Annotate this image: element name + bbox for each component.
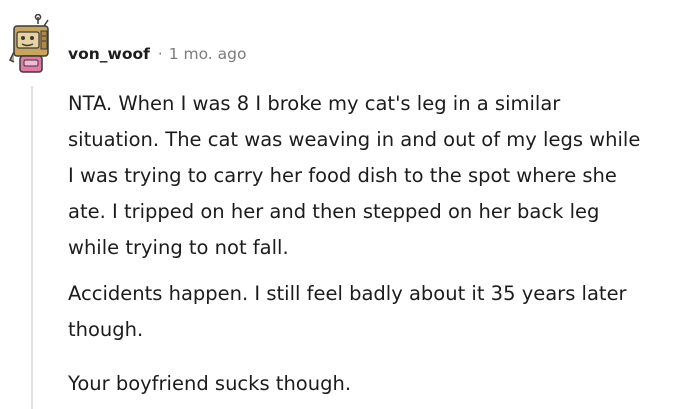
comment-meta: von_woof · 1 mo. ago <box>68 42 246 66</box>
thread-line[interactable] <box>31 86 33 409</box>
comment-paragraph: NTA. When I was 8 I broke my cat's leg i… <box>68 92 641 259</box>
user-avatar-icon[interactable] <box>8 13 56 78</box>
comment: von_woof · 1 mo. ago NTA. When I was 8 I… <box>0 0 700 409</box>
comment-paragraph: Your boyfriend sucks though. <box>68 372 352 395</box>
comment-paragraph: Accidents happen. I still feel badly abo… <box>68 282 627 341</box>
comment-body: NTA. When I was 8 I broke my cat's leg i… <box>68 86 692 402</box>
meta-separator: · <box>157 45 163 63</box>
username-link[interactable]: von_woof <box>68 45 150 63</box>
comment-timestamp[interactable]: 1 mo. ago <box>169 45 247 63</box>
robot-box-avatar-icon <box>8 13 49 73</box>
